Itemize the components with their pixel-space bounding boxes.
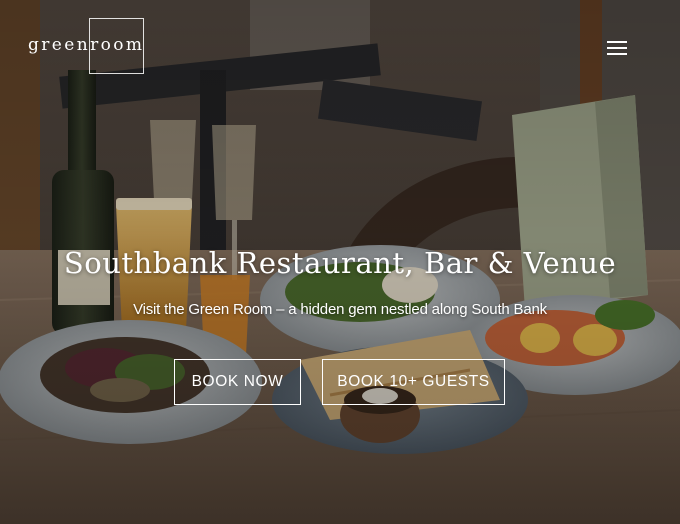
menu-line (607, 47, 627, 49)
hero-section: greenroom Southbank Restaurant, Bar & Ve… (0, 0, 680, 524)
logo-text: greenroom (28, 35, 145, 55)
book-group-button[interactable]: BOOK 10+ GUESTS (322, 359, 505, 405)
hero-subtitle: Visit the Green Room – a hidden gem nest… (133, 301, 547, 318)
greenroom-logo[interactable]: greenroom (28, 18, 148, 74)
book-now-button[interactable]: BOOK NOW (174, 359, 301, 405)
menu-line (607, 53, 627, 55)
hamburger-menu-icon[interactable] (604, 38, 630, 58)
menu-line (607, 41, 627, 43)
hero-title: Southbank Restaurant, Bar & Venue (63, 246, 617, 280)
